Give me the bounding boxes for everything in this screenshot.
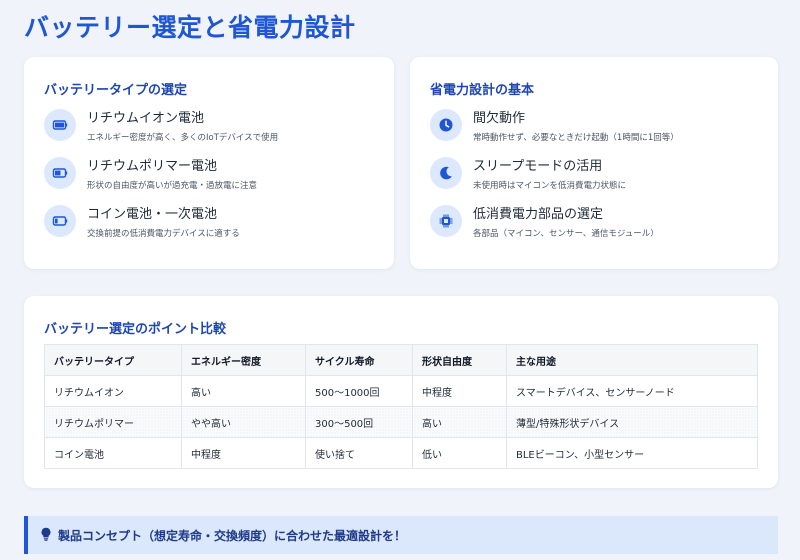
- power-design-heading: 省電力設計の基本: [430, 83, 535, 98]
- battery-half-icon: [44, 157, 76, 189]
- power-design-card: 省電力設計の基本 間欠動作 常時動作せず、必要なときだけ起動（1時間に1回等） …: [410, 57, 778, 269]
- table-cell: リチウムポリマー: [44, 406, 182, 438]
- column-header: 主な用途: [506, 344, 758, 376]
- table-cell: 高い: [181, 375, 306, 407]
- battery-type-desc: エネルギー密度が高く、多くのIoTデバイスで使用: [87, 133, 279, 143]
- table-cell: 中程度: [412, 375, 507, 407]
- lightbulb-icon: [40, 526, 52, 545]
- battery-type-item: コイン電池・一次電池 交換前提の低消費電力デバイスに適する: [44, 203, 384, 247]
- power-design-desc: 各部品（マイコン、センサー、通信モジュール）: [473, 229, 659, 239]
- battery-low-icon: [44, 205, 76, 237]
- table-cell: やや高い: [181, 406, 306, 438]
- table-cell: スマートデバイス、センサーノード: [506, 375, 758, 407]
- battery-type-desc: 形状の自由度が高いが過充電・過放電に注意: [87, 181, 258, 191]
- battery-type-item: リチウムポリマー電池 形状の自由度が高いが過充電・過放電に注意: [44, 155, 384, 199]
- battery-type-desc: 交換前提の低消費電力デバイスに適する: [87, 229, 240, 239]
- table-cell: 300〜500回: [305, 406, 413, 438]
- battery-types-card: バッテリータイプの選定 リチウムイオン電池 エネルギー密度が高く、多くのIoTデ…: [24, 57, 394, 269]
- chip-icon: [430, 205, 462, 237]
- comparison-heading: バッテリー選定のポイント比較: [44, 322, 227, 337]
- table-row: コイン電池 中程度 使い捨て 低い BLEビーコン、小型センサー: [44, 437, 758, 469]
- table-cell: 高い: [412, 406, 507, 438]
- battery-type-title: リチウムイオン電池: [87, 111, 205, 126]
- power-design-title: スリープモードの活用: [473, 159, 603, 174]
- column-header: バッテリータイプ: [44, 344, 182, 376]
- comparison-card: バッテリー選定のポイント比較 バッテリータイプ エネルギー密度 サイクル寿命 形…: [24, 296, 778, 488]
- power-design-item: スリープモードの活用 未使用時はマイコンを低消費電力状態に: [430, 155, 770, 199]
- table-cell: BLEビーコン、小型センサー: [506, 437, 758, 469]
- page-title: バッテリー選定と省電力設計: [24, 13, 356, 42]
- power-design-desc: 未使用時はマイコンを低消費電力状態に: [473, 181, 627, 191]
- table-header-row: バッテリータイプ エネルギー密度 サイクル寿命 形状自由度 主な用途: [44, 344, 758, 376]
- battery-type-title: コイン電池・一次電池: [87, 207, 218, 222]
- table-cell: 中程度: [181, 437, 306, 469]
- clock-icon: [430, 109, 462, 141]
- comparison-table: バッテリータイプ エネルギー密度 サイクル寿命 形状自由度 主な用途 リチウムイ…: [44, 344, 758, 469]
- callout-text: 製品コンセプト（想定寿命・交換頻度）に合わせた最適設計を！: [58, 528, 407, 543]
- table-cell: リチウムイオン: [44, 375, 182, 407]
- power-design-item: 間欠動作 常時動作せず、必要なときだけ起動（1時間に1回等）: [430, 107, 770, 151]
- table-row: リチウムポリマー やや高い 300〜500回 高い 薄型/特殊形状デバイス: [44, 406, 758, 438]
- battery-type-item: リチウムイオン電池 エネルギー密度が高く、多くのIoTデバイスで使用: [44, 107, 384, 151]
- moon-icon: [430, 157, 462, 189]
- battery-full-icon: [44, 109, 76, 141]
- battery-types-heading: バッテリータイプの選定: [44, 83, 188, 98]
- table-cell: コイン電池: [44, 437, 182, 469]
- table-cell: 500〜1000回: [305, 375, 413, 407]
- table-cell: 使い捨て: [305, 437, 413, 469]
- column-header: エネルギー密度: [181, 344, 306, 376]
- power-design-desc: 常時動作せず、必要なときだけ起動（1時間に1回等）: [473, 133, 679, 143]
- concept-callout: 製品コンセプト（想定寿命・交換頻度）に合わせた最適設計を！: [24, 516, 778, 554]
- power-design-item: 低消費電力部品の選定 各部品（マイコン、センサー、通信モジュール）: [430, 203, 770, 247]
- column-header: 形状自由度: [412, 344, 507, 376]
- table-row: リチウムイオン 高い 500〜1000回 中程度 スマートデバイス、センサーノー…: [44, 375, 758, 407]
- table-cell: 薄型/特殊形状デバイス: [506, 406, 758, 438]
- power-design-title: 低消費電力部品の選定: [473, 207, 604, 222]
- power-design-title: 間欠動作: [473, 111, 526, 126]
- battery-type-title: リチウムポリマー電池: [87, 159, 218, 174]
- table-cell: 低い: [412, 437, 507, 469]
- column-header: サイクル寿命: [305, 344, 413, 376]
